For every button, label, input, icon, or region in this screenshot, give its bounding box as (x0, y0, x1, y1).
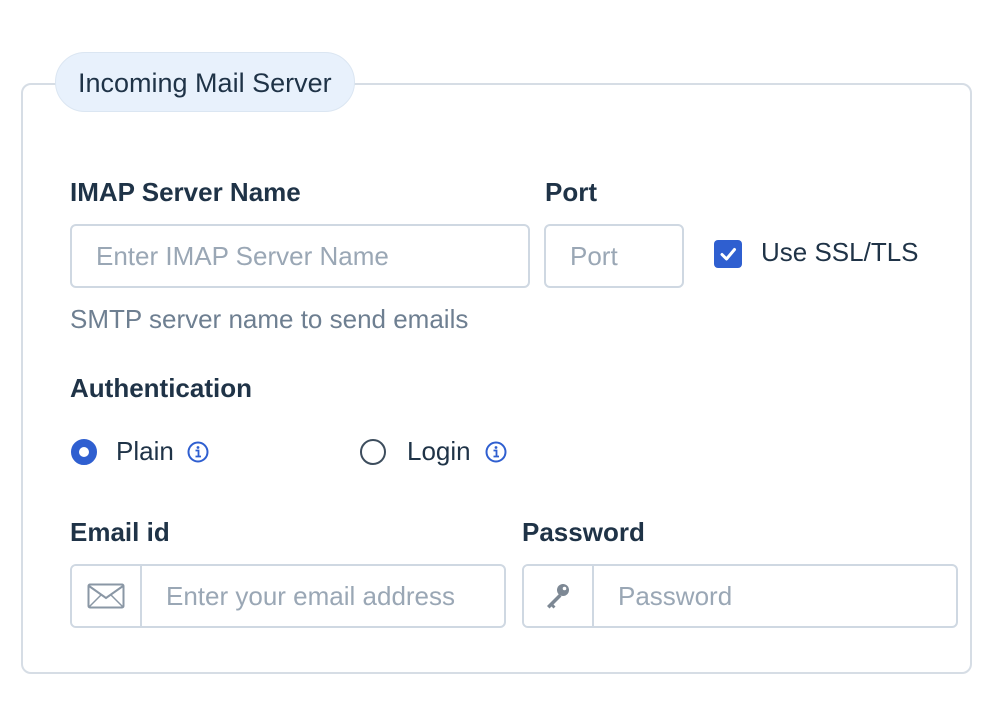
imap-server-input[interactable] (70, 224, 530, 288)
password-label: Password (522, 517, 645, 547)
password-input-group (522, 564, 958, 628)
email-label: Email id (70, 517, 170, 547)
email-addon (72, 566, 142, 626)
auth-login-radio[interactable] (360, 439, 386, 465)
auth-plain-label[interactable]: Plain (116, 436, 174, 467)
port-input[interactable] (544, 224, 684, 288)
email-input[interactable] (142, 566, 504, 626)
ssl-label[interactable]: Use SSL/TLS (761, 237, 919, 268)
password-input[interactable] (594, 566, 956, 626)
info-icon[interactable] (187, 441, 209, 463)
port-label: Port (545, 177, 597, 207)
ssl-checkbox[interactable] (714, 240, 742, 268)
checkmark-icon (720, 248, 736, 261)
auth-login-label[interactable]: Login (407, 436, 471, 467)
email-input-group (70, 564, 506, 628)
imap-server-label: IMAP Server Name (70, 177, 301, 207)
imap-server-help-text: SMTP server name to send emails (70, 304, 469, 334)
key-icon (547, 584, 569, 609)
password-addon (524, 566, 594, 626)
fieldset-legend: Incoming Mail Server (55, 52, 355, 112)
authentication-label: Authentication (70, 373, 252, 403)
auth-plain-radio[interactable] (71, 439, 97, 465)
envelope-icon (87, 583, 125, 609)
info-icon[interactable] (485, 441, 507, 463)
